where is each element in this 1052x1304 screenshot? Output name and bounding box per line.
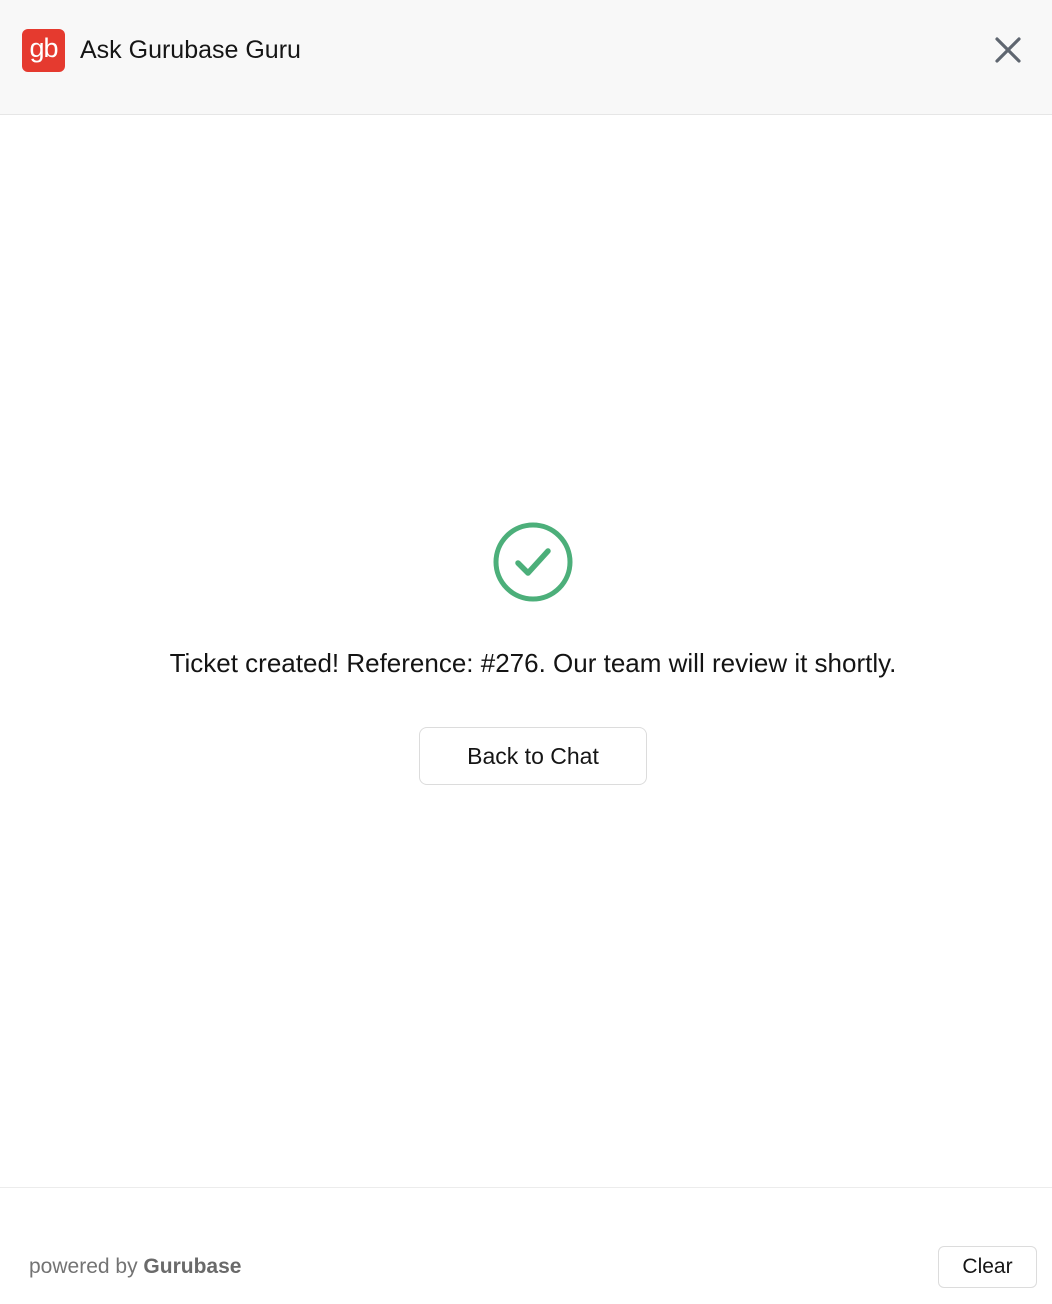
- clear-button[interactable]: Clear: [938, 1246, 1037, 1288]
- logo-text: gb: [29, 33, 58, 63]
- chat-widget: gb Ask Gurubase Guru Ticket created! Ref…: [0, 0, 1052, 1304]
- widget-title: Ask Gurubase Guru: [80, 36, 301, 64]
- check-circle-icon: [492, 521, 574, 603]
- ticket-created-message: Ticket created! Reference: #276. Our tea…: [169, 648, 897, 678]
- gurubase-logo: gb: [22, 29, 65, 72]
- gurubase-link[interactable]: Gurubase: [143, 1255, 241, 1278]
- widget-footer: powered by Gurubase Clear: [0, 1187, 1052, 1304]
- back-to-chat-button[interactable]: Back to Chat: [419, 727, 647, 785]
- powered-by: powered by Gurubase: [29, 1254, 241, 1280]
- ticket-confirmation: Ticket created! Reference: #276. Our tea…: [0, 116, 1052, 1187]
- close-icon: [995, 37, 1021, 63]
- close-button[interactable]: [988, 30, 1028, 70]
- powered-by-prefix: powered by: [29, 1255, 138, 1278]
- widget-header: gb Ask Gurubase Guru: [0, 0, 1052, 115]
